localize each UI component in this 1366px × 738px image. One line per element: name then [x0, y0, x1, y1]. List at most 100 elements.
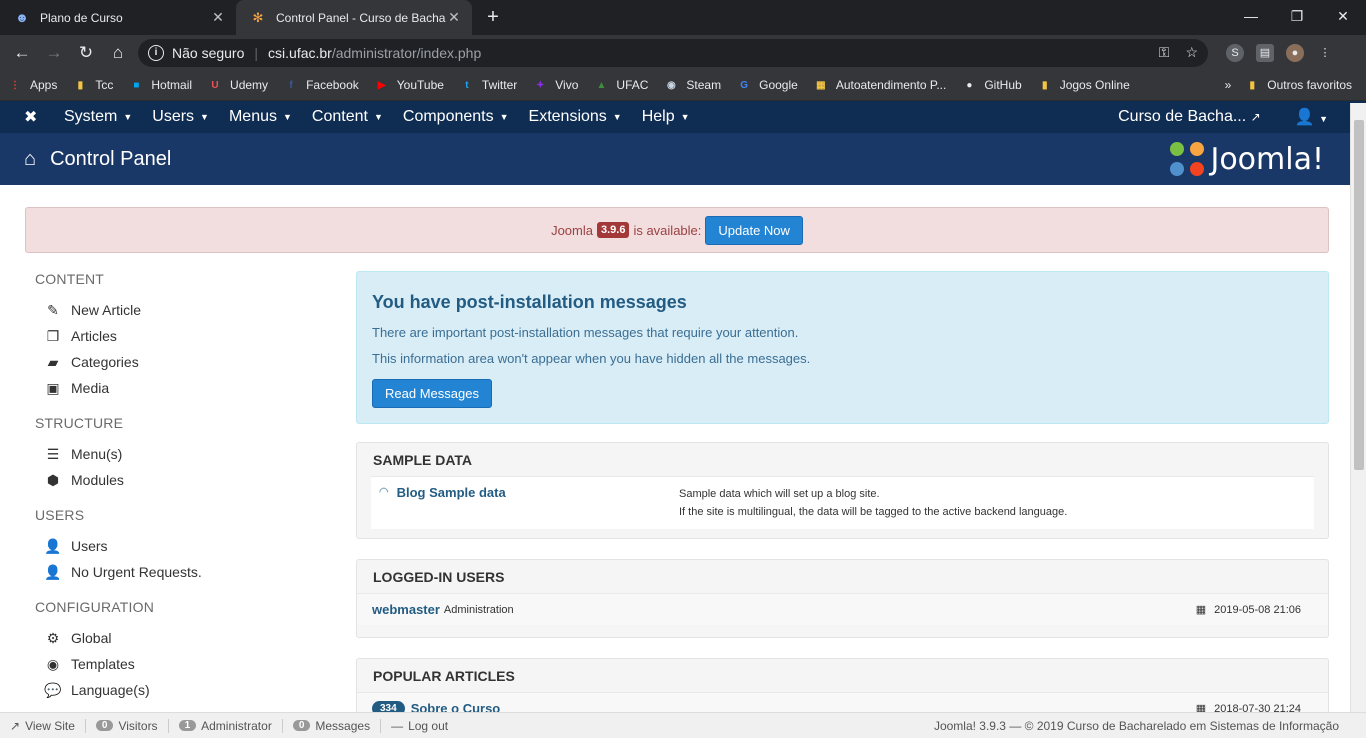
address-bar[interactable]: i Não seguro | csi.ufac.br/administrator…	[138, 38, 1208, 67]
blog-sample-data-link[interactable]: Blog Sample data	[397, 485, 506, 500]
url-host: csi.ufac.br	[268, 44, 332, 61]
sidebar-heading-configuration: CONFIGURATION	[35, 599, 155, 615]
bookmarks-bar: ⋮ Apps ▮ Tcc ■ Hotmail U Udemy f Facebook ▶ YouTube…	[0, 70, 1366, 101]
visitors-status[interactable]: 0 Visitors	[95, 718, 169, 733]
sidebar-item-menus[interactable]: ☰ Menu(s)	[35, 441, 325, 467]
menu-help[interactable]: Help ▼	[642, 108, 690, 126]
close-tab-icon[interactable]: ✕	[446, 9, 462, 26]
sidebar: CONTENT ✎ New Article ❐ Articles ▰ Categori…	[35, 271, 325, 712]
user-link[interactable]: webmaster	[372, 602, 440, 617]
list-icon: ☰	[46, 445, 60, 462]
administrator-status[interactable]: 1 Administrator	[178, 718, 283, 733]
joomla-logo-icon[interactable]: ✖	[24, 107, 42, 127]
popular-articles-panel: POPULAR ARTICLES 334 Sobre o Curso ▦ 2018…	[356, 658, 1329, 712]
forward-icon[interactable]: →	[38, 38, 70, 68]
bookmark-label: YouTube	[396, 78, 444, 92]
site-link[interactable]: Curso de Bacha... ↗	[1118, 108, 1261, 126]
ufac-icon: ▲	[596, 79, 607, 91]
page-header: ⌂ Control Panel Joomla!	[0, 133, 1366, 185]
menu-extensions[interactable]: Extensions ▼	[529, 108, 622, 126]
sidebar-item-media[interactable]: ▣ Media	[35, 375, 325, 401]
scrollbar-thumb[interactable]	[1354, 120, 1364, 470]
visitors-count: 0	[95, 720, 114, 731]
reload-icon[interactable]: ↻	[70, 38, 102, 68]
logged-in-users-panel: LOGGED-IN USERS webmaster Administration…	[356, 559, 1329, 638]
sidebar-item-modules[interactable]: ⬢ Modules	[35, 467, 325, 493]
minimize-icon[interactable]: —	[1228, 0, 1274, 32]
bookmark-item[interactable]: U Udemy	[208, 78, 268, 92]
menu-content[interactable]: Content ▼	[312, 108, 383, 126]
hits-badge: 334	[372, 701, 405, 712]
close-window-icon[interactable]: ✕	[1320, 0, 1366, 32]
update-now-button[interactable]: Update Now	[705, 215, 803, 245]
sidebar-item-global[interactable]: ⚙ Global	[35, 625, 325, 651]
eye-icon: ◉	[46, 655, 60, 672]
user-menu[interactable]: 👤 ▼	[1295, 107, 1328, 127]
bookmark-page-icon: ▮	[1041, 79, 1048, 91]
bookmark-label: Apps	[30, 78, 58, 92]
skype-icon[interactable]: S	[1226, 43, 1244, 62]
user-role: Administration	[443, 603, 514, 616]
bookmark-item[interactable]: ◉ Steam	[664, 78, 721, 92]
bookmark-item[interactable]: ▲ UFAC	[594, 78, 648, 92]
avatar[interactable]: ●	[1286, 43, 1304, 62]
browser-toolbar: ← → ↻ ⌂ i Não seguro | csi.ufac.br/admin…	[0, 35, 1366, 70]
tab-plano-de-curso[interactable]: ☻ Plano de Curso ✕	[0, 0, 236, 35]
view-site-link[interactable]: ↗ View Site	[10, 718, 86, 733]
sidebar-item-templates[interactable]: ◉ Templates	[35, 651, 325, 677]
messages-count: 0	[292, 720, 311, 731]
bookmarks-more-button[interactable]: »	[1225, 78, 1232, 92]
bookmark-item[interactable]: G Google	[737, 78, 798, 92]
menu-users[interactable]: Users ▼	[152, 108, 209, 126]
bookmark-item[interactable]: ✦ Vivo	[533, 78, 578, 92]
tab-control-panel[interactable]: ✻ Control Panel - Curso de Bachare ✕	[236, 0, 472, 35]
user-icon: 👤	[1294, 109, 1315, 126]
sidebar-item-languages[interactable]: 💬 Language(s)	[35, 677, 325, 703]
bookmark-item[interactable]: ▮ Jogos Online	[1038, 78, 1130, 92]
home-icon[interactable]: ⌂	[102, 38, 134, 68]
sidebar-item-requests[interactable]: 👤 No Urgent Requests.	[35, 559, 325, 585]
copyright: Joomla! 3.9.3 — © 2019 Curso de Bacharel…	[933, 718, 1339, 733]
star-icon[interactable]: ☆	[1185, 44, 1198, 61]
bookmark-item[interactable]: t Twitter	[460, 78, 517, 92]
extensions: S ▤ ● ⋮	[1226, 43, 1334, 62]
new-tab-button[interactable]: +	[478, 0, 508, 35]
menu-icon[interactable]: ⋮	[1316, 44, 1334, 62]
close-tab-icon[interactable]: ✕	[210, 9, 226, 26]
calendar-icon: ▦	[1195, 703, 1207, 712]
document-icon[interactable]: ▤	[1256, 43, 1274, 62]
key-icon[interactable]: ⚿	[1159, 44, 1170, 61]
bookmark-item[interactable]: ▮ Tcc	[73, 78, 114, 92]
post-install-line2: This information area won't appear when …	[372, 351, 811, 366]
bookmark-item[interactable]: ■ Hotmail	[129, 78, 192, 92]
info-icon[interactable]: i	[148, 44, 164, 61]
bookmark-item[interactable]: f Facebook	[284, 78, 358, 92]
article-link[interactable]: Sobre o Curso	[411, 701, 501, 712]
sidebar-item-users[interactable]: 👤 Users	[35, 533, 325, 559]
sidebar-item-categories[interactable]: ▰ Categories	[35, 349, 325, 375]
sidebar-item-articles[interactable]: ❐ Articles	[35, 323, 325, 349]
ufac-favicon-icon: ☻	[15, 10, 29, 25]
external-link-icon: ↗	[10, 718, 21, 733]
bookmark-item[interactable]: ▶ YouTube	[375, 78, 444, 92]
menu-menus[interactable]: Menus ▼	[229, 108, 292, 126]
sidebar-item-new-article[interactable]: ✎ New Article	[35, 297, 325, 323]
comments-icon: 💬	[44, 681, 62, 698]
url-path: /administrator/index.php	[331, 44, 482, 61]
restore-icon[interactable]: ❐	[1274, 0, 1320, 32]
menu-system[interactable]: System ▼	[64, 108, 132, 126]
other-bookmarks[interactable]: ▮ Outros favoritos	[1245, 78, 1352, 92]
status-bar: ↗ View Site 0 Visitors 1 Administrator 0 Mes…	[0, 712, 1366, 738]
bookmark-item[interactable]: ▦ Autoatendimento P...	[814, 78, 946, 92]
bookmark-item[interactable]: ⋮ Apps	[8, 78, 57, 92]
logout-link[interactable]: — Log out	[391, 719, 458, 733]
panel-heading: LOGGED-IN USERS	[373, 568, 505, 585]
read-messages-button[interactable]: Read Messages	[372, 379, 492, 408]
menu-components[interactable]: Components ▼	[403, 108, 509, 126]
back-icon[interactable]: ←	[6, 38, 38, 68]
messages-status[interactable]: 0 Messages	[292, 718, 382, 733]
version-badge: 3.9.6	[596, 222, 630, 238]
joomla-brand: Joomla!	[1170, 142, 1324, 177]
page-scrollbar[interactable]	[1350, 103, 1366, 712]
bookmark-item[interactable]: ● GitHub	[962, 78, 1021, 92]
